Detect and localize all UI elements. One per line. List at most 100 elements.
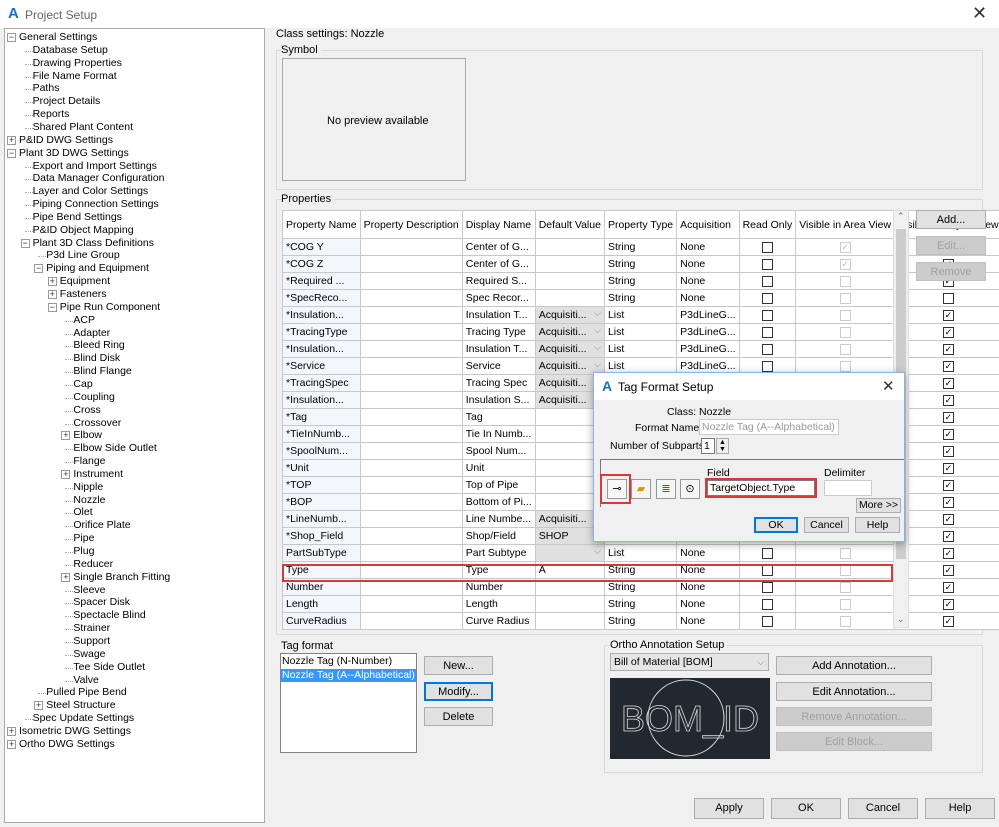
edit-block-button[interactable]: Edit Block... xyxy=(776,732,932,751)
tree-item[interactable]: Paths xyxy=(33,82,60,95)
object-view-checkbox-cell[interactable]: ✓ xyxy=(894,340,999,358)
default-value-cell[interactable] xyxy=(534,255,605,273)
default-value-cell[interactable]: ⌵ xyxy=(534,544,605,562)
edit-property-button[interactable]: Edit... xyxy=(916,236,986,255)
column-header[interactable]: Read Only xyxy=(738,210,797,239)
read-only-checkbox[interactable] xyxy=(761,547,773,559)
new-tag-format-button[interactable]: New... xyxy=(424,656,493,675)
area-view-checkbox-cell[interactable]: ✓ xyxy=(795,255,896,273)
area-view-checkbox[interactable] xyxy=(839,360,851,372)
tree-item[interactable]: Swage xyxy=(73,648,105,661)
property-description-cell[interactable] xyxy=(359,527,463,545)
read-only-checkbox-cell[interactable] xyxy=(738,544,797,562)
tree-item[interactable]: Olet xyxy=(73,506,92,519)
default-value-cell[interactable] xyxy=(534,612,605,630)
object-view-checkbox[interactable]: ✓ xyxy=(942,547,954,559)
tree-item[interactable]: Spacer Disk xyxy=(73,596,130,609)
help-button[interactable]: Help xyxy=(925,798,995,819)
expand-icon[interactable]: + xyxy=(34,701,44,711)
area-view-checkbox-cell[interactable] xyxy=(795,544,896,562)
property-description-cell[interactable] xyxy=(359,459,463,477)
area-view-checkbox-cell[interactable] xyxy=(795,306,896,324)
tree-item[interactable]: Plant 3D Class Definitions xyxy=(33,237,154,250)
add-annotation-button[interactable]: Add Annotation... xyxy=(776,656,932,675)
read-only-checkbox-cell[interactable] xyxy=(738,289,797,307)
tree-item[interactable]: Pipe Bend Settings xyxy=(33,211,122,224)
collapse-icon[interactable]: − xyxy=(20,238,30,248)
object-view-checkbox[interactable]: ✓ xyxy=(942,462,954,474)
collapse-icon[interactable]: − xyxy=(7,148,16,158)
object-view-checkbox-cell[interactable]: ✓ xyxy=(894,425,999,443)
tree-item[interactable]: Support xyxy=(73,635,110,648)
table-row[interactable]: CurveRadius Curve Radius String None ✓ xyxy=(282,612,999,630)
read-only-checkbox-cell[interactable] xyxy=(738,323,797,341)
apply-button[interactable]: Apply xyxy=(694,798,764,819)
tree-item[interactable]: Data Manager Configuration xyxy=(33,172,165,185)
ortho-annotation-select[interactable]: Bill of Material [BOM] ⌵ xyxy=(610,653,769,671)
chevron-down-icon[interactable]: ⌵ xyxy=(594,308,601,319)
property-description-cell[interactable] xyxy=(359,391,463,409)
object-view-checkbox[interactable]: ✓ xyxy=(942,343,954,355)
property-description-cell[interactable] xyxy=(359,272,463,290)
object-view-checkbox-cell[interactable]: ✓ xyxy=(894,544,999,562)
property-type-cell[interactable]: String xyxy=(603,289,678,307)
object-view-checkbox[interactable]: ✓ xyxy=(942,326,954,338)
read-only-checkbox-cell[interactable] xyxy=(738,612,797,630)
tree-item[interactable]: Orifice Plate xyxy=(73,519,130,532)
tree-item[interactable]: Nipple xyxy=(73,481,103,494)
column-header[interactable]: Acquisition xyxy=(676,210,740,239)
display-name-cell[interactable]: Tracing Spec xyxy=(461,374,536,392)
property-description-cell[interactable] xyxy=(359,510,463,528)
display-name-cell[interactable]: Part Subtype xyxy=(461,544,536,562)
display-name-cell[interactable]: Spec Recor... xyxy=(461,289,536,307)
tree-item[interactable]: Cap xyxy=(73,378,92,391)
table-row[interactable]: *SpecReco... Spec Recor... String None xyxy=(282,289,999,307)
display-name-cell[interactable]: Center of G... xyxy=(461,238,536,256)
tree-item[interactable]: Drawing Properties xyxy=(33,57,122,70)
chevron-down-icon[interactable]: ⌵ xyxy=(594,342,601,353)
acquisition-cell[interactable]: None xyxy=(676,272,740,290)
default-value-cell[interactable]: Acquisiti... ⌵ xyxy=(534,340,605,358)
object-view-checkbox-cell[interactable]: ✓ xyxy=(894,510,999,528)
tree-item[interactable]: Pipe Run Component xyxy=(60,301,160,314)
dialog-close-icon[interactable]: ✕ xyxy=(882,377,895,395)
area-view-checkbox-cell[interactable] xyxy=(795,289,896,307)
tree-item[interactable]: Single Branch Fitting xyxy=(73,571,170,584)
display-name-cell[interactable]: Tracing Type xyxy=(461,323,536,341)
remove-property-button[interactable]: Remove xyxy=(916,262,986,281)
default-value-cell[interactable] xyxy=(534,595,605,613)
target-object-icon[interactable]: ⊙ xyxy=(680,479,700,499)
read-only-checkbox-cell[interactable] xyxy=(738,306,797,324)
object-view-checkbox-cell[interactable]: ✓ xyxy=(894,374,999,392)
chevron-down-icon[interactable]: ⌵ xyxy=(594,546,601,557)
read-only-checkbox[interactable] xyxy=(761,598,773,610)
expand-icon[interactable]: + xyxy=(47,277,57,287)
property-name-cell[interactable]: *TracingSpec xyxy=(282,374,361,392)
property-name-cell[interactable]: *LineNumb... xyxy=(282,510,361,528)
tree-item[interactable]: Tee Side Outlet xyxy=(73,661,145,674)
property-type-cell[interactable]: List xyxy=(603,544,678,562)
read-only-checkbox[interactable] xyxy=(761,241,773,253)
property-name-cell[interactable]: *Insulation... xyxy=(282,340,361,358)
object-view-checkbox[interactable]: ✓ xyxy=(942,394,954,406)
object-view-checkbox[interactable]: ✓ xyxy=(942,445,954,457)
add-property-button[interactable]: Add... xyxy=(916,210,986,229)
expand-icon[interactable]: + xyxy=(61,431,71,441)
acquisition-cell[interactable]: None xyxy=(676,255,740,273)
acquisition-cell[interactable]: None xyxy=(676,289,740,307)
property-type-cell[interactable]: List xyxy=(603,323,678,341)
expand-icon[interactable]: + xyxy=(7,739,16,749)
table-row[interactable]: *Insulation... Insulation T... Acquisiti..… xyxy=(282,340,999,358)
area-view-checkbox-cell[interactable]: ✓ xyxy=(795,238,896,256)
default-value-cell[interactable] xyxy=(534,289,605,307)
area-view-checkbox[interactable] xyxy=(839,343,851,355)
dialog-help-button[interactable]: Help xyxy=(855,517,900,533)
property-description-cell[interactable] xyxy=(359,544,463,562)
object-view-checkbox[interactable]: ✓ xyxy=(942,530,954,542)
property-name-cell[interactable]: *SpoolNum... xyxy=(282,442,361,460)
display-name-cell[interactable]: Length xyxy=(461,595,536,613)
display-name-cell[interactable]: Curve Radius xyxy=(461,612,536,630)
display-name-cell[interactable]: Bottom of Pi... xyxy=(461,493,536,511)
property-name-cell[interactable]: *SpecReco... xyxy=(282,289,361,307)
read-only-checkbox[interactable] xyxy=(761,258,773,270)
